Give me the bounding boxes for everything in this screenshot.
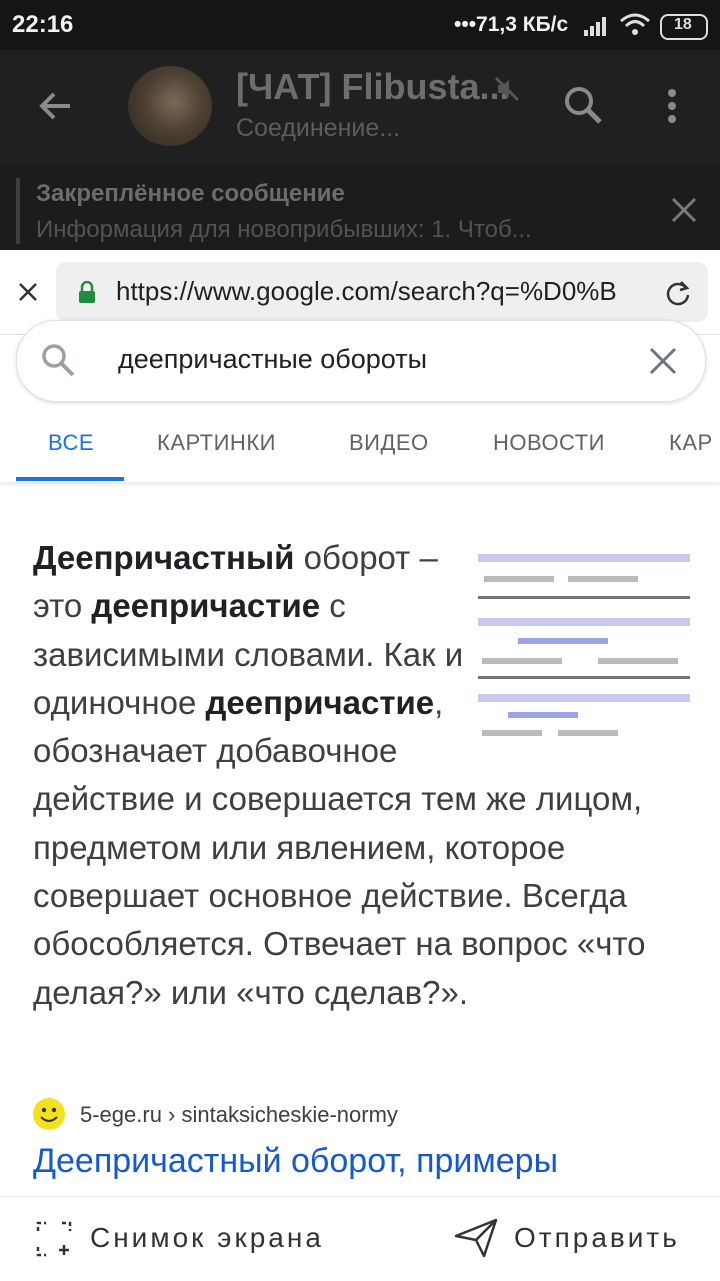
lock-icon <box>79 281 95 303</box>
source-breadcrumb[interactable]: 5-ege.ru › sintaksicheskie-normy <box>80 1102 398 1128</box>
featured-snippet-text: Деепричастный оборот – это деепричастие … <box>33 534 698 1017</box>
mute-icon <box>494 76 520 102</box>
close-browser-icon[interactable] <box>16 280 40 304</box>
tab-all[interactable]: ВСЕ <box>48 430 94 456</box>
more-options-icon[interactable] <box>660 88 684 124</box>
search-query[interactable]: деепричастные обороты <box>118 344 427 375</box>
active-tab-indicator <box>16 477 124 481</box>
status-network-speed: •••71,3 КБ/с <box>454 13 569 36</box>
wifi-icon <box>620 13 650 35</box>
pinned-text: Информация для новоприбывших: 1. Чтоб... <box>36 216 532 243</box>
status-time: 22:16 <box>12 11 74 38</box>
snippet-bold-1: Деепричастный <box>33 539 295 576</box>
send-icon[interactable] <box>454 1218 498 1258</box>
status-bar: 22:16 •••71,3 КБ/с 18 <box>0 0 720 50</box>
screenshot-button[interactable]: Снимок экрана <box>90 1222 324 1254</box>
battery-icon: 18 <box>660 14 708 40</box>
screenshot-icon[interactable] <box>36 1221 72 1257</box>
back-arrow-icon[interactable] <box>36 86 76 126</box>
chat-avatar[interactable] <box>128 66 212 146</box>
search-icon[interactable] <box>562 84 604 126</box>
tab-maps[interactable]: КАР <box>669 430 720 456</box>
reload-icon[interactable] <box>664 279 692 307</box>
signal-icon <box>584 17 606 36</box>
tab-news[interactable]: НОВОСТИ <box>493 430 605 456</box>
tab-video[interactable]: ВИДЕО <box>349 430 429 456</box>
battery-level: 18 <box>674 16 692 33</box>
result-title-link[interactable]: Деепричастный оборот, примеры <box>33 1142 558 1181</box>
snippet-bold-3: деепричастие <box>205 683 435 721</box>
close-pinned-icon[interactable] <box>670 196 698 224</box>
tab-images[interactable]: КАРТИНКИ <box>157 430 276 456</box>
chat-title[interactable]: [ЧАТ] Flibusta... <box>236 66 509 108</box>
site-favicon-icon <box>33 1098 65 1130</box>
google-search-icon[interactable] <box>40 342 76 378</box>
chat-status: Соединение... <box>236 114 401 142</box>
pinned-bar <box>16 178 20 244</box>
url-text[interactable]: https://www.google.com/search?q=%D0%B <box>116 276 646 307</box>
send-button[interactable]: Отправить <box>514 1222 680 1254</box>
snippet-bold-2: деепричастие <box>91 587 321 625</box>
pinned-title: Закреплённое сообщение <box>36 180 345 207</box>
snippet-image-space <box>498 534 698 744</box>
clear-search-icon[interactable] <box>648 346 678 376</box>
